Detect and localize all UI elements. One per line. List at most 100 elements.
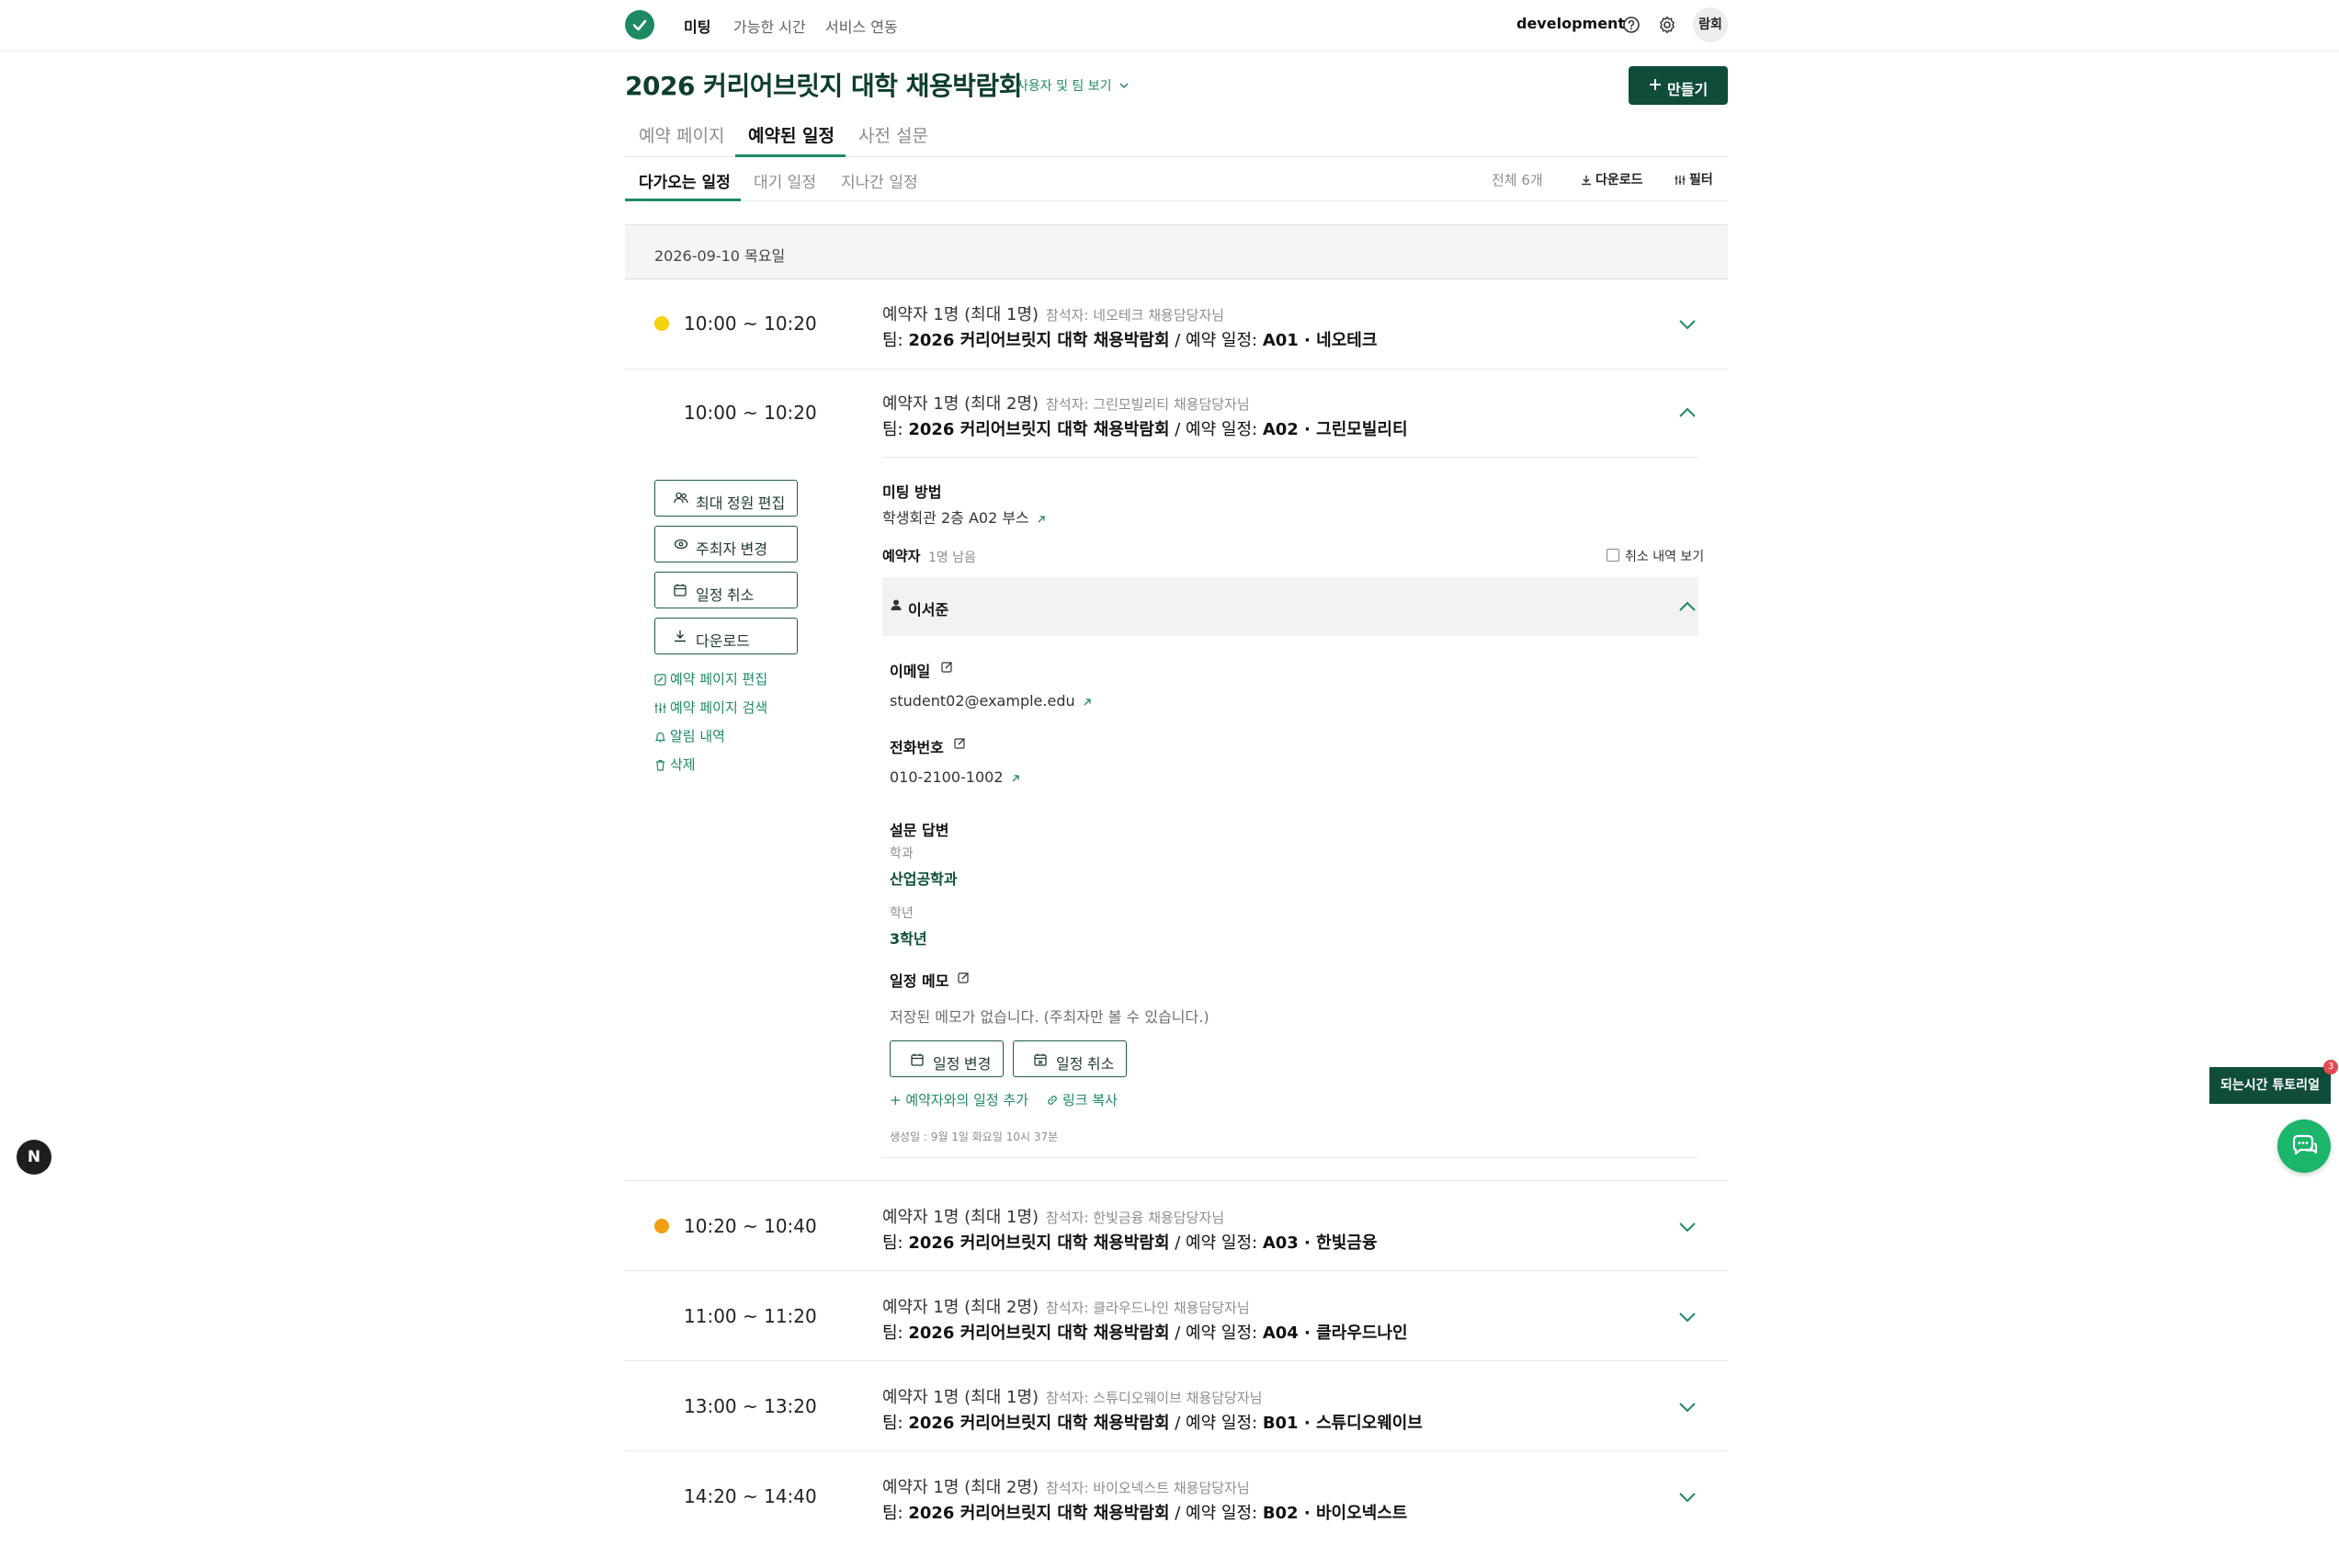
chevron-down-icon [1119,83,1129,89]
survey-question: 학년 [890,906,914,921]
change-host-button[interactable]: 주최자 변경 [654,526,798,562]
edit-icon [654,674,666,686]
filter-icon [1675,176,1686,185]
create-button[interactable]: 만들기 [1629,66,1728,105]
chevron-up-icon[interactable] [1678,601,1697,612]
tab-booking-page[interactable]: 예약 페이지 [639,122,724,147]
chevron-down-icon[interactable] [1678,1492,1697,1503]
plus-icon [1650,79,1661,90]
chevron-down-icon[interactable] [1678,1402,1697,1413]
nav-item-meeting[interactable]: 미팅 [684,15,710,37]
filter-button[interactable]: 필터 [1675,170,1713,188]
subtab-active-indicator [625,199,741,201]
page-title: 2026 커리어브릿지 대학 채용박람회 [625,71,1023,101]
memo-value: 저장된 메모가 없습니다. (주최자만 볼 수 있습니다.) [890,1008,1209,1026]
row-booker-count: 예약자 1명 (최대 2명) 참석자: 바이오넥스트 채용담당자님 [882,1478,1250,1497]
download-button[interactable]: 다운로드 [654,618,798,654]
email-value[interactable]: student02@example.edu [890,692,1092,710]
tutorial-button[interactable]: 되는시간 튜토리얼 [2209,1067,2331,1104]
phone-value[interactable]: 010-2100-1002 [890,768,1020,786]
booker-name: 이서준 [908,601,949,619]
cancel-schedule-button[interactable]: 일정 취소 [654,572,798,608]
row-team: 팀: 2026 커리어브릿지 대학 채용박람회 / 예약 일정: A02 · 그… [882,420,1408,439]
meeting-method-value[interactable]: 학생회관 2층 A02 부스 [882,506,1046,528]
gear-icon[interactable] [1657,15,1677,35]
trash-icon [656,759,664,771]
chevron-down-icon[interactable] [1678,1312,1697,1323]
survey-answer: 산업공학과 [890,870,958,888]
bookers-remaining: 1명 남음 [928,551,976,565]
view-users-teams-dropdown[interactable]: 사용자 및 팀 보기 [1016,76,1129,95]
external-link-icon [1038,516,1045,523]
app-logo[interactable] [625,10,654,40]
subtab-past[interactable]: 지나간 일정 [841,169,918,192]
calendar-x-icon [1034,1053,1047,1066]
show-cancelled-checkbox[interactable] [1607,549,1619,562]
row-time[interactable]: 13:00 ~ 13:20 [684,1395,817,1417]
row-team: 팀: 2026 커리어브릿지 대학 채용박람회 / 예약 일정: A01 · 네… [882,331,1378,350]
tab-pre-survey[interactable]: 사전 설문 [858,122,928,147]
bookers-label: 예약자 [882,548,921,564]
org-name[interactable]: development [1516,15,1625,32]
help-icon[interactable] [1621,15,1641,35]
row-time[interactable]: 10:20 ~ 10:40 [684,1215,817,1237]
status-dot-yellow [654,316,669,331]
row-booker-count: 예약자 1명 (최대 2명) 참석자: 클라우드나인 채용담당자님 [882,1298,1250,1317]
link-icon [1048,1096,1057,1105]
chevron-down-icon[interactable] [1678,319,1697,330]
add-schedule-link[interactable]: + 예약자와의 일정 추가 [890,1090,1028,1109]
row-time[interactable]: 10:00 ~ 10:20 [684,312,817,335]
copy-link-button[interactable]: 링크 복사 [1046,1090,1118,1109]
row-time[interactable]: 10:00 ~ 10:20 [684,402,817,424]
download-icon [675,631,686,642]
edit-phone-icon[interactable] [954,737,966,749]
filter-icon [654,703,666,713]
external-link-icon [1084,699,1091,706]
tab-booked-schedule[interactable]: 예약된 일정 [748,122,835,147]
edit-booking-page-link[interactable]: 예약 페이지 편집 [654,669,767,688]
subtab-pending[interactable]: 대기 일정 [754,169,816,192]
phone-label: 전화번호 [890,739,944,756]
row-time[interactable]: 11:00 ~ 11:20 [684,1305,817,1327]
subtab-upcoming[interactable]: 다가오는 일정 [639,169,731,192]
check-icon [632,19,647,31]
row-booker-count: 예약자 1명 (최대 1명) 참석자: 스튜디오웨이브 채용담당자님 [882,1388,1263,1407]
notification-history-link[interactable]: 알림 내역 [654,726,725,745]
row-divider [625,1180,1728,1181]
delete-link[interactable]: 삭제 [654,755,696,774]
users-icon [674,492,688,504]
search-booking-page-link[interactable]: 예약 페이지 검색 [654,698,767,717]
download-icon [1582,176,1591,186]
total-count: 전체 6개 [1492,172,1543,188]
reschedule-button[interactable]: 일정 변경 [890,1040,1004,1077]
row-time[interactable]: 14:20 ~ 14:40 [684,1485,817,1507]
survey-answer: 3학년 [890,930,927,948]
email-label: 이메일 [890,663,931,680]
show-cancelled-label[interactable]: 취소 내역 보기 [1625,547,1704,565]
view-users-label: 사용자 및 팀 보기 [1016,79,1112,94]
chevron-up-icon[interactable] [1678,407,1697,418]
meeting-method-label: 미팅 방법 [882,483,942,501]
chat-button[interactable] [2277,1119,2331,1173]
nav-item-integrations[interactable]: 서비스 연동 [825,15,898,37]
row-team: 팀: 2026 커리어브릿지 대학 채용박람회 / 예약 일정: B01 · 스… [882,1414,1423,1433]
edit-max-capacity-button[interactable]: 최대 정원 편집 [654,480,798,517]
nav-item-availability[interactable]: 가능한 시간 [733,15,806,37]
expanded-divider [882,457,1698,458]
row-booker-count: 예약자 1명 (최대 1명) 참석자: 한빛금융 채용담당자님 [882,1208,1225,1227]
nextjs-dev-badge[interactable]: N [17,1140,51,1175]
cancel-booking-button[interactable]: 일정 취소 [1013,1040,1127,1077]
survey-question: 학과 [890,846,914,861]
booker-accordion-header[interactable] [882,577,1698,636]
chevron-down-icon[interactable] [1678,1221,1697,1233]
avatar[interactable]: 람회 [1693,7,1728,42]
memo-label: 일정 메모 [890,972,949,990]
notification-badge: 3 [2323,1060,2338,1074]
calendar-icon [911,1053,924,1066]
download-toolbar-button[interactable]: 다운로드 [1581,170,1643,188]
edit-email-icon[interactable] [941,661,953,673]
edit-memo-icon[interactable] [958,971,970,983]
row-divider [625,1360,1728,1361]
survey-label: 설문 답변 [890,822,949,839]
calendar-x-icon [674,584,687,597]
